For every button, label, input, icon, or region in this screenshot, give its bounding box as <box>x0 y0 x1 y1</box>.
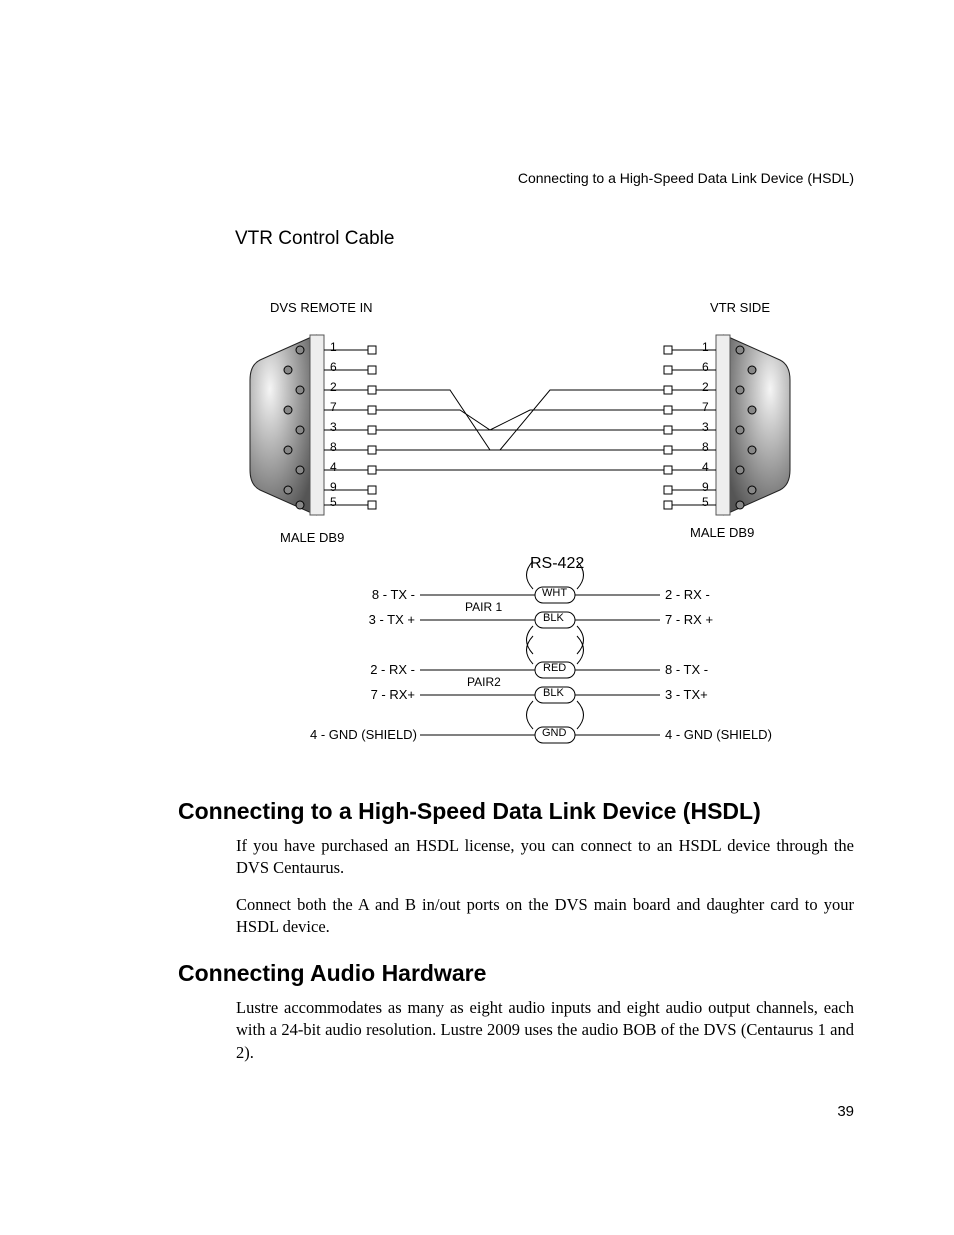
pair1-left-a: 8 - TX - <box>365 587 415 602</box>
pair1-wire-b: BLK <box>543 612 564 624</box>
pair2-left-a: 2 - RX - <box>365 662 415 677</box>
page: Connecting to a High-Speed Data Link Dev… <box>0 0 954 1235</box>
right-connector-type: MALE DB9 <box>690 525 754 540</box>
section-hsdl: Connecting to a High-Speed Data Link Dev… <box>178 798 854 952</box>
section-audio: Connecting Audio Hardware Lustre accommo… <box>178 960 854 1078</box>
pair2-right-a: 8 - TX - <box>665 662 708 677</box>
pin-right-7: 7 <box>702 400 709 414</box>
pin-right-8: 8 <box>702 440 709 454</box>
pin-right-2: 2 <box>702 380 709 394</box>
pin-right-4: 4 <box>702 460 709 474</box>
pin-right-1: 1 <box>702 340 709 354</box>
pair1-right-a: 2 - RX - <box>665 587 710 602</box>
pair2-left-b: 7 - RX+ <box>368 687 415 702</box>
page-number: 39 <box>837 1103 854 1120</box>
pin-right-5: 5 <box>702 495 709 509</box>
left-connector-type: MALE DB9 <box>280 530 344 545</box>
pin-left-5: 5 <box>330 495 337 509</box>
pin-left-2: 2 <box>330 380 337 394</box>
pair2-wire-a: RED <box>543 662 566 674</box>
pair1-wire-a: WHT <box>542 587 567 599</box>
gnd-left: 4 - GND (SHIELD) <box>310 727 417 742</box>
protocol-label: RS-422 <box>530 555 584 573</box>
figure-caption: VTR Control Cable <box>235 228 394 250</box>
pin-left-7: 7 <box>330 400 337 414</box>
pin-right-3: 3 <box>702 420 709 434</box>
pin-left-4: 4 <box>330 460 337 474</box>
section-hsdl-title: Connecting to a High-Speed Data Link Dev… <box>178 798 854 825</box>
section-hsdl-p2: Connect both the A and B in/out ports on… <box>236 894 854 939</box>
gnd-right: 4 - GND (SHIELD) <box>665 727 772 742</box>
pair1-label: PAIR 1 <box>465 600 502 614</box>
section-hsdl-p1: If you have purchased an HSDL license, y… <box>236 835 854 880</box>
running-head: Connecting to a High-Speed Data Link Dev… <box>518 170 854 186</box>
gnd-wire: GND <box>542 727 566 739</box>
wiring-diagram: DVS REMOTE IN VTR SIDE <box>240 300 800 780</box>
section-audio-title: Connecting Audio Hardware <box>178 960 854 987</box>
pin-right-9: 9 <box>702 480 709 494</box>
pin-left-3: 3 <box>330 420 337 434</box>
pin-left-6: 6 <box>330 360 337 374</box>
pair2-wire-b: BLK <box>543 687 564 699</box>
pair1-left-b: 3 - TX + <box>362 612 415 627</box>
section-audio-p1: Lustre accommodates as many as eight aud… <box>236 997 854 1064</box>
pin-left-9: 9 <box>330 480 337 494</box>
pin-left-1: 1 <box>330 340 337 354</box>
pair1-right-b: 7 - RX + <box>665 612 713 627</box>
pair2-right-b: 3 - TX+ <box>665 687 708 702</box>
pin-left-8: 8 <box>330 440 337 454</box>
pair2-label: PAIR2 <box>467 675 501 689</box>
pin-right-6: 6 <box>702 360 709 374</box>
